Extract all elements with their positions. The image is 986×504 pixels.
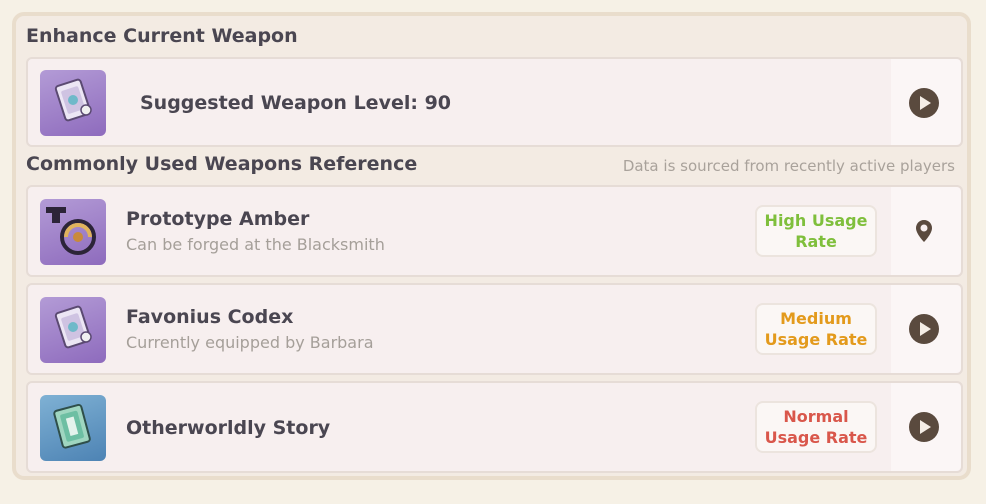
location-pin-icon[interactable] (908, 215, 940, 247)
usage-rate-badge: Medium Usage Rate (755, 303, 877, 355)
weapon-subtitle: Currently equipped by Barbara (126, 333, 374, 352)
weapon-panel: Enhance Current Weapon Suggested Weapon … (12, 12, 971, 480)
weapon-row-otherworldly-story[interactable]: Otherworldly Story Normal Usage Rate (26, 381, 963, 473)
suggested-level-card[interactable]: Suggested Weapon Level: 90 (26, 57, 963, 147)
usage-rate-line2: Usage Rate (764, 330, 868, 349)
play-arrow-icon[interactable] (908, 411, 940, 443)
source-note: Data is sourced from recently active pla… (622, 157, 955, 175)
suggested-level-text: Suggested Weapon Level: 90 (140, 92, 452, 114)
usage-rate-line1: Normal (783, 407, 849, 426)
weapon-name: Favonius Codex (126, 306, 294, 328)
usage-rate-line1: Medium (780, 309, 852, 328)
prototype-amber-icon (40, 199, 106, 265)
weapon-subtitle: Can be forged at the Blacksmith (126, 235, 385, 254)
usage-rate-line2: Usage Rate (764, 428, 868, 447)
play-arrow-icon[interactable] (908, 313, 940, 345)
usage-rate-line1: High Usage (764, 211, 868, 230)
weapon-row-prototype-amber[interactable]: Prototype Amber Can be forged at the Bla… (26, 185, 963, 277)
usage-rate-line2: Rate (795, 232, 837, 251)
usage-rate-badge: Normal Usage Rate (755, 401, 877, 453)
weapon-row-favonius-codex[interactable]: Favonius Codex Currently equipped by Bar… (26, 283, 963, 375)
weapon-name: Otherworldly Story (126, 417, 331, 439)
enhance-section-title: Enhance Current Weapon (26, 25, 298, 47)
weapon-name: Prototype Amber (126, 208, 310, 230)
favonius-codex-icon (40, 297, 106, 363)
reference-section-title: Commonly Used Weapons Reference (26, 153, 418, 175)
codex-weapon-icon (40, 70, 106, 136)
usage-rate-badge: High Usage Rate (755, 205, 877, 257)
play-arrow-icon[interactable] (908, 87, 940, 119)
otherworldly-story-icon (40, 395, 106, 461)
